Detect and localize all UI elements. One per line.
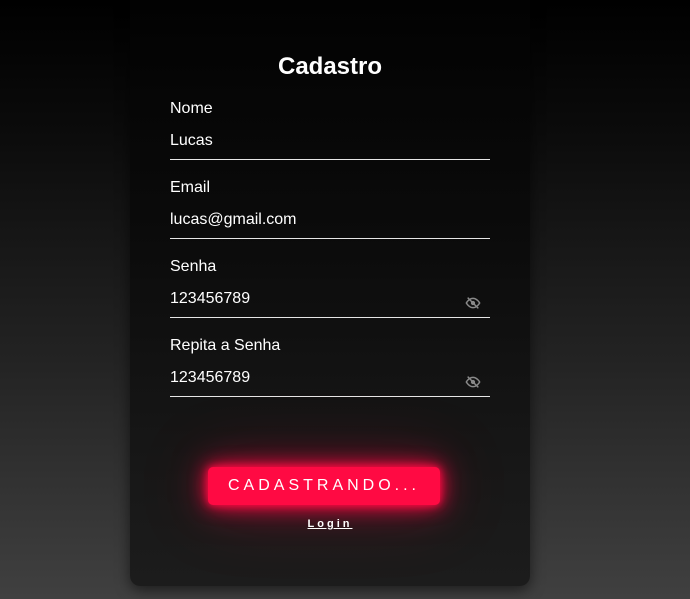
repeat-password-label: Repita a Senha <box>170 337 281 354</box>
password-label: Senha <box>170 258 217 275</box>
eye-off-icon[interactable] <box>465 297 481 309</box>
repeat-password-input[interactable] <box>170 359 490 397</box>
name-field: Nome <box>170 100 490 162</box>
page-title: Cadastro <box>277 53 383 80</box>
email-label: Email <box>170 179 211 196</box>
submit-button[interactable]: CADASTRANDO... <box>208 467 440 505</box>
login-link[interactable]: Login <box>130 518 530 530</box>
email-field: Email <box>170 179 490 241</box>
repeat-password-field: Repita a Senha <box>170 337 490 399</box>
eye-off-icon[interactable] <box>465 376 481 388</box>
password-input[interactable] <box>170 280 490 318</box>
name-input[interactable] <box>170 122 490 160</box>
register-card: Cadastro Nome Email Senha Repita a Senha… <box>130 0 530 586</box>
submit-button-wrapper: CADASTRANDO... <box>208 467 440 505</box>
name-label: Nome <box>170 100 213 117</box>
password-field: Senha <box>170 258 490 320</box>
email-input[interactable] <box>170 201 490 239</box>
